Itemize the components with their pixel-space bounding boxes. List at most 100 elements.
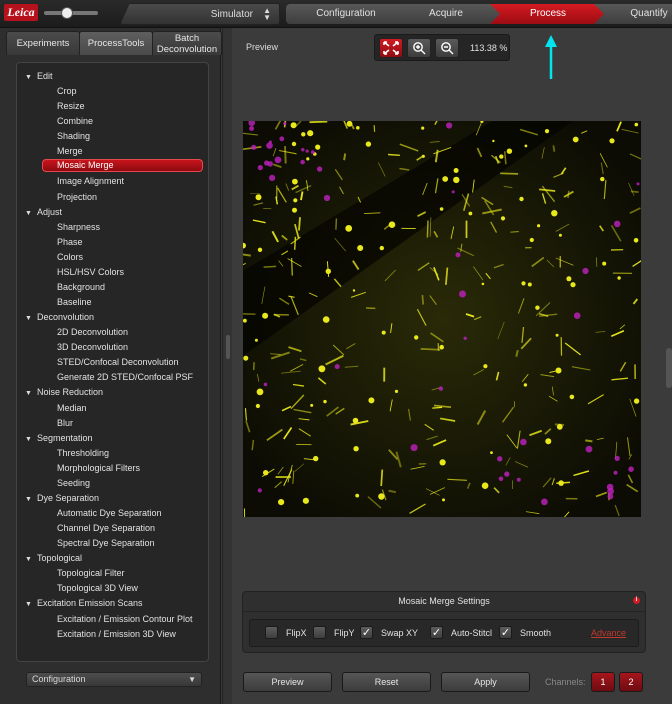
panel-splitter[interactable] — [222, 28, 232, 704]
configuration-select[interactable]: Configuration ▼ — [26, 672, 202, 687]
expand-triangle-icon[interactable]: ▼ — [25, 71, 37, 85]
expand-triangle-icon[interactable]: ▼ — [25, 207, 37, 221]
tree-item[interactable]: Excitation / Emission 3D View — [57, 627, 176, 641]
tab-batch-line1: Batch — [174, 33, 200, 44]
advance-link[interactable]: Advance — [591, 628, 626, 638]
tree-item[interactable]: Projection — [57, 190, 97, 204]
tree-item[interactable]: Seeding — [57, 476, 90, 490]
tree-item[interactable]: Image Alignment — [57, 174, 124, 188]
step-acquire[interactable]: Acquire — [390, 4, 502, 24]
channel-2-button[interactable]: 2 — [619, 672, 643, 692]
tree-item[interactable]: Spectral Dye Separation — [57, 536, 155, 550]
tree-item[interactable]: Topological Filter — [57, 566, 125, 580]
tree-item[interactable]: Mosaic Merge — [42, 159, 203, 173]
tab-batch-deconvolution[interactable]: Batch Deconvolution — [152, 31, 222, 55]
tree-group-label: Edit — [37, 71, 53, 81]
step-process[interactable]: Process — [490, 4, 606, 24]
preview-image[interactable] — [232, 112, 647, 526]
tree-item[interactable]: HSL/HSV Colors — [57, 265, 124, 279]
expand-triangle-icon[interactable]: ▼ — [25, 598, 37, 612]
expand-triangle-icon[interactable]: ▼ — [25, 493, 37, 507]
flipy-checkbox[interactable] — [313, 626, 326, 639]
tree-item[interactable]: Resize — [57, 99, 85, 113]
tree-item[interactable]: 3D Deconvolution — [57, 340, 128, 354]
tab-experiments[interactable]: Experiments — [6, 31, 80, 55]
tree-group[interactable]: ▼ Segmentation — [25, 431, 93, 445]
main-area: Preview 113.38 % Mosaic Merge Settings i… — [232, 28, 672, 704]
settings-options: FlipX FlipY ✓ Swap XY ✓ Auto-Stitcl ✓ Sm… — [249, 619, 639, 647]
tree-item[interactable]: Background — [57, 280, 105, 294]
vertical-scrollbar[interactable] — [666, 348, 672, 388]
slider-knob[interactable] — [61, 7, 73, 19]
splitter-grip[interactable] — [226, 335, 230, 359]
expand-triangle-icon[interactable]: ▼ — [25, 553, 37, 567]
preview-button[interactable]: Preview — [243, 672, 332, 692]
tree-item[interactable]: Shading — [57, 129, 90, 143]
tree-item[interactable]: Baseline — [57, 295, 92, 309]
configuration-select-label: Configuration — [32, 674, 86, 684]
tree-item[interactable]: Topological 3D View — [57, 581, 138, 595]
tree-item[interactable]: Crop — [57, 84, 77, 98]
reset-button[interactable]: Reset — [342, 672, 431, 692]
fit-arrows-icon — [383, 41, 399, 55]
tree-item[interactable]: Automatic Dye Separation — [57, 506, 162, 520]
channel-1-button[interactable]: 1 — [591, 672, 615, 692]
smooth-label: Smooth — [520, 628, 552, 638]
tree-group[interactable]: ▼ Deconvolution — [25, 310, 94, 324]
tree-item[interactable]: Combine — [57, 114, 93, 128]
expand-triangle-icon[interactable]: ▼ — [25, 312, 37, 326]
zoom-out-button[interactable] — [435, 38, 459, 58]
fluorescence-image — [232, 112, 647, 526]
tree-item[interactable]: Blur — [57, 416, 73, 430]
top-toolbar: Leica Simulator ▲ ▼ Configuration Acquire… — [0, 0, 672, 28]
tree-item[interactable]: STED/Confocal Deconvolution — [57, 355, 179, 369]
tree-group-label: Adjust — [37, 206, 63, 217]
tab-processtools[interactable]: ProcessTools — [79, 31, 153, 55]
flipx-checkbox[interactable] — [265, 626, 278, 639]
tree-item[interactable]: Colors — [57, 250, 83, 264]
fit-to-window-button[interactable] — [379, 38, 403, 58]
autostitch-checkbox[interactable]: ✓ — [430, 626, 443, 639]
tree-group-label: Deconvolution — [37, 312, 95, 323]
tree-item[interactable]: Generate 2D STED/Confocal PSF — [57, 370, 193, 384]
zoom-out-icon — [441, 42, 454, 55]
tree-group[interactable]: ▼ Adjust — [25, 205, 62, 219]
expand-triangle-icon[interactable]: ▼ — [25, 433, 37, 447]
left-panel: Experiments ProcessTools Batch Deconvolu… — [0, 28, 222, 704]
tree-group[interactable]: ▼ Dye Separation — [25, 491, 99, 505]
tree-item[interactable]: Thresholding — [57, 446, 109, 460]
step-configuration[interactable]: Configuration — [286, 4, 406, 24]
step-quantify[interactable]: Quantify — [594, 4, 672, 24]
tree-group[interactable]: ▼ Edit — [25, 69, 53, 83]
info-icon[interactable]: i — [633, 597, 640, 604]
tree-group[interactable]: ▼ Excitation Emission Scans — [25, 596, 143, 610]
tree-group[interactable]: ▼ Noise Reduction — [25, 385, 103, 399]
tree-item[interactable]: Merge — [57, 144, 83, 158]
zoom-toolbar: 113.38 % — [374, 34, 510, 61]
zoom-in-icon — [413, 42, 426, 55]
tree-item[interactable]: Excitation / Emission Contour Plot — [57, 612, 193, 626]
mosaic-merge-settings-panel: Mosaic Merge Settings i FlipX FlipY ✓ Sw… — [242, 591, 646, 653]
swapxy-checkbox[interactable]: ✓ — [360, 626, 373, 639]
expand-triangle-icon[interactable]: ▼ — [25, 387, 37, 401]
zoom-value: 113.38 % — [470, 43, 508, 53]
tree-item[interactable]: Phase — [57, 235, 83, 249]
smooth-checkbox[interactable]: ✓ — [499, 626, 512, 639]
machine-select-label: Simulator — [210, 9, 253, 20]
tree-item[interactable]: Channel Dye Separation — [57, 521, 155, 535]
tab-batch-line2: Deconvolution — [156, 44, 218, 55]
swapxy-label: Swap XY — [381, 628, 419, 638]
tree-item[interactable]: Sharpness — [57, 220, 100, 234]
flipx-label: FlipX — [286, 628, 307, 638]
zoom-in-button[interactable] — [407, 38, 431, 58]
workflow-steps: Configuration Acquire Process Quantify — [286, 4, 672, 24]
brightness-slider[interactable] — [44, 7, 98, 19]
apply-button[interactable]: Apply — [441, 672, 530, 692]
tree-item[interactable]: 2D Deconvolution — [57, 325, 128, 339]
tree-item[interactable]: Median — [57, 401, 87, 415]
tree-item[interactable]: Morphological Filters — [57, 461, 140, 475]
updown-arrow-icon: ▲ ▼ — [263, 6, 271, 22]
tree-group[interactable]: ▼ Topological — [25, 551, 82, 565]
machine-select[interactable]: Simulator ▲ ▼ — [120, 3, 280, 25]
flipy-label: FlipY — [334, 628, 355, 638]
